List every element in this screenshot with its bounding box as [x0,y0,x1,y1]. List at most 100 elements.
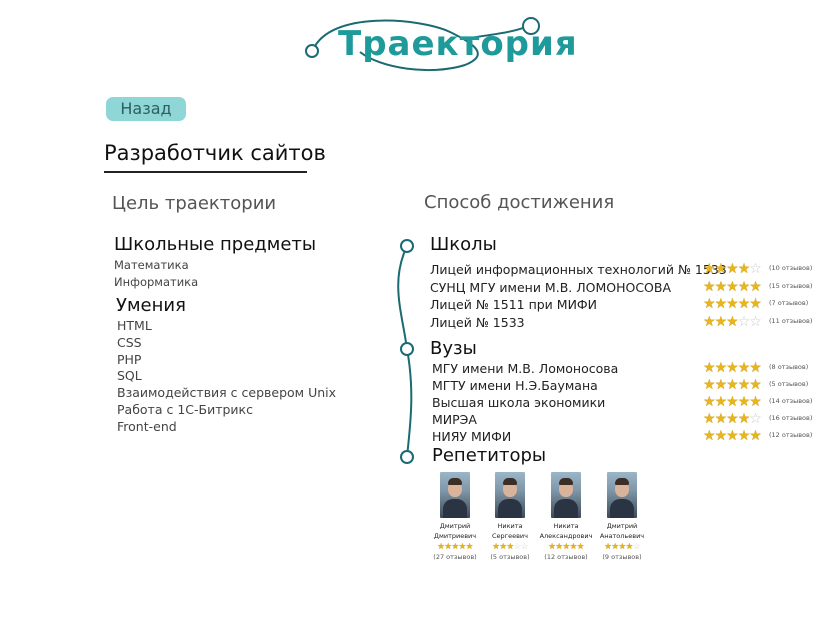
star-filled-icon: ★ [726,296,739,312]
skill-item: Взаимодействия с сервером Unix [117,385,337,401]
star-filled-icon: ★ [506,542,514,552]
skills-title: Умения [116,295,186,316]
star-filled-icon: ★ [703,411,716,427]
star-filled-icon: ★ [562,542,570,552]
star-empty-icon: ☆ [749,313,762,330]
institution-name[interactable]: Лицей № 1511 при МИФИ [430,297,597,312]
tutor-avatar[interactable] [495,472,525,518]
institution-row[interactable]: Лицей № 1511 при МИФИ ★★★★★ (7 отзывов) [430,297,820,314]
tutor-avatar[interactable] [607,472,637,518]
star-filled-icon: ★ [726,360,739,376]
tutor-card[interactable]: Дмитрий Анатольевич ★★★★☆ (9 отзывов) [587,472,657,561]
star-filled-icon: ★ [703,428,716,444]
rating-stars: ★★★☆☆ [703,313,762,330]
skills-list: HTML CSS PHP SQL Взаимодействия с сервер… [117,318,336,436]
star-empty-icon: ☆ [737,313,751,330]
reviews-count[interactable]: (10 отзывов) [769,264,812,272]
timeline-node-tutors [400,450,414,464]
star-filled-icon: ★ [749,278,762,295]
star-filled-icon: ★ [737,296,751,312]
star-filled-icon: ★ [465,542,474,552]
rating-stars: ★★★★★ [703,394,762,410]
institution-row[interactable]: Высшая школа экономики ★★★★★ (14 отзывов) [432,395,820,412]
star-filled-icon: ★ [569,542,578,552]
tutors-title: Репетиторы [432,445,547,466]
star-filled-icon: ★ [749,394,762,410]
star-filled-icon: ★ [714,411,728,427]
star-filled-icon: ★ [749,377,762,393]
star-filled-icon: ★ [714,360,728,376]
institution-name[interactable]: МГТУ имени Н.Э.Баумана [432,378,598,393]
rating-stars: ★★★★★ [703,428,762,444]
institution-row[interactable]: МИРЭА ★★★★☆ (16 отзывов) [432,412,820,429]
star-filled-icon: ★ [714,313,728,330]
institution-name[interactable]: МГУ имени М.В. Ломоносова [432,361,618,376]
reviews-count[interactable]: (14 отзывов) [769,397,812,405]
skill-item: CSS [117,334,142,350]
page-title: Разработчик сайтов [104,141,326,165]
star-filled-icon: ★ [714,428,728,444]
subject-item: Информатика [114,275,199,289]
institution-name[interactable]: НИЯУ МИФИ [432,429,511,444]
institution-name[interactable]: СУНЦ МГУ имени М.В. ЛОМОНОСОВА [430,280,671,295]
institution-name[interactable]: Лицей информационных технологий № 1533 [430,262,727,277]
subjects-title: Школьные предметы [114,234,317,255]
star-filled-icon: ★ [726,313,739,330]
tutor-avatar[interactable] [440,472,470,518]
back-button[interactable]: Назад [106,97,186,121]
star-filled-icon: ★ [726,428,739,444]
institution-name[interactable]: Высшая школа экономики [432,395,605,410]
star-filled-icon: ★ [726,278,739,295]
star-filled-icon: ★ [714,377,728,393]
reviews-count[interactable]: (9 отзывов) [587,553,657,561]
rating-stars: ★★★★★ [703,296,762,312]
institution-row[interactable]: СУНЦ МГУ имени М.В. ЛОМОНОСОВА ★★★★★ (15 о… [430,278,820,297]
star-filled-icon: ★ [625,542,634,552]
institution-name[interactable]: Лицей № 1533 [430,315,525,330]
institution-row[interactable]: НИЯУ МИФИ ★★★★★ (12 отзывов) [432,429,820,446]
rating-stars: ★★★★☆ [703,261,762,277]
reviews-count[interactable]: (12 отзывов) [769,431,812,439]
skill-item: HTML [117,318,152,333]
star-filled-icon: ★ [737,261,751,277]
reviews-count[interactable]: (8 отзывов) [769,363,808,371]
tutor-first-name: Дмитрий [606,522,638,530]
rating-stars: ★★★★★ [703,377,762,393]
skill-item: Работа с 1С-Битрикс [117,401,253,417]
institution-row[interactable]: МГТУ имени Н.Э.Баумана ★★★★★ (5 отзывов) [432,378,820,395]
reviews-count[interactable]: (7 отзывов) [769,299,808,307]
rating-stars: ★★★★☆ [587,542,657,552]
star-filled-icon: ★ [737,394,751,410]
star-filled-icon: ★ [749,428,762,444]
reviews-count[interactable]: (16 отзывов) [769,414,812,422]
star-filled-icon: ★ [737,428,751,444]
star-filled-icon: ★ [703,278,716,295]
star-empty-icon: ☆ [513,542,522,552]
institution-row[interactable]: МГУ имени М.В. Ломоносова ★★★★★ (8 отзывов… [432,361,820,378]
institution-row[interactable]: Лицей № 1533 ★★★☆☆ (11 отзывов) [430,313,820,332]
logo-text: Траектория [338,24,578,64]
reviews-count[interactable]: (15 отзывов) [769,282,812,290]
reviews-count[interactable]: (11 отзывов) [769,317,812,325]
star-filled-icon: ★ [726,394,739,410]
tutor-patronymic: Анатольевич [599,531,645,540]
reviews-count[interactable]: (5 отзывов) [769,380,808,388]
tutor-avatar[interactable] [551,472,581,518]
star-empty-icon: ☆ [632,542,641,552]
star-filled-icon: ★ [576,542,585,552]
title-underline [104,171,307,173]
star-filled-icon: ★ [749,296,762,312]
star-empty-icon: ☆ [749,411,762,427]
star-filled-icon: ★ [703,261,716,277]
star-filled-icon: ★ [451,542,459,552]
schools-title: Школы [430,234,497,255]
star-filled-icon: ★ [458,542,467,552]
star-filled-icon: ★ [737,278,751,295]
star-filled-icon: ★ [703,377,716,393]
method-heading: Способ достижения [424,192,615,213]
institution-row[interactable]: Лицей информационных технологий № 1533 ★★… [430,262,820,279]
star-filled-icon: ★ [737,377,751,393]
institution-name[interactable]: МИРЭА [432,412,477,427]
timeline-node-schools [400,239,414,253]
logo: Траектория [300,10,577,76]
